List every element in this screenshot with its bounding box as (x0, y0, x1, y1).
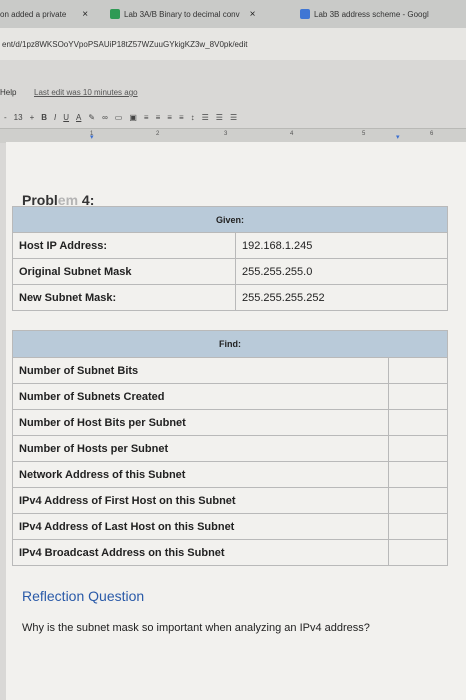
address-bar[interactable]: ent/d/1pz8WKSOoYVpoPSAUiP18tZ57WZuuGYkig… (0, 28, 466, 60)
table-row: Original Subnet Mask 255.255.255.0 (12, 258, 448, 285)
table-row: Number of Subnets Created (12, 383, 448, 410)
reflection-heading: Reflection Question (22, 588, 145, 604)
right-indent-marker-icon[interactable]: ▾ (396, 133, 400, 141)
find-answer-cell[interactable] (388, 435, 448, 462)
table-row: IPv4 Address of First Host on this Subne… (12, 487, 448, 514)
find-label[interactable]: Number of Host Bits per Subnet (12, 409, 389, 436)
font-size-increase-button[interactable]: + (30, 113, 35, 122)
find-answer-cell[interactable] (388, 539, 448, 566)
checklist-icon[interactable]: ☰ (202, 113, 209, 122)
document-page[interactable]: Problem 4: Given: Host IP Address: 192.1… (6, 142, 466, 700)
table-row: Network Address of this Subnet (12, 461, 448, 488)
given-label-new-mask[interactable]: New Subnet Mask: (12, 284, 236, 311)
find-label[interactable]: IPv4 Address of Last Host on this Subnet (12, 513, 389, 540)
browser-tab-1[interactable]: on added a private × (0, 4, 88, 24)
ruler-mark: 4 (290, 131, 294, 137)
find-label[interactable]: Network Address of this Subnet (12, 461, 389, 488)
font-size-field[interactable]: 13 (14, 113, 23, 122)
find-label[interactable]: Number of Hosts per Subnet (12, 435, 389, 462)
table-row: New Subnet Mask: 255.255.255.252 (12, 284, 448, 311)
browser-tab-bar: on added a private × Lab 3A/B Binary to … (0, 0, 466, 28)
text-color-button[interactable]: A (76, 113, 81, 122)
ruler[interactable]: ▾ 1 2 3 4 5 ▾ 6 (0, 128, 466, 143)
tab-label: Lab 3B address scheme - Googl (314, 9, 429, 19)
sheets-icon (110, 9, 120, 19)
tab-label: Lab 3A/B Binary to decimal conv (124, 9, 240, 19)
find-answer-cell[interactable] (388, 383, 448, 410)
find-table: Find: Number of Subnet Bits Number of Su… (12, 330, 448, 566)
given-label-host-ip[interactable]: Host IP Address: (12, 232, 236, 259)
ruler-mark: 1 (90, 131, 94, 137)
given-value-original-mask[interactable]: 255.255.255.0 (235, 258, 448, 285)
underline-button[interactable]: U (63, 113, 69, 122)
find-label[interactable]: Number of Subnets Created (12, 383, 389, 410)
given-header: Given: (12, 206, 448, 233)
table-row: Number of Subnet Bits (12, 357, 448, 384)
find-answer-cell[interactable] (388, 487, 448, 514)
line-spacing-icon[interactable]: ↕ (191, 113, 195, 122)
ruler-mark: 6 (430, 131, 434, 137)
table-row: Number of Hosts per Subnet (12, 435, 448, 462)
last-edit-link[interactable]: Last edit was 10 minutes ago (34, 88, 138, 97)
bulleted-list-icon[interactable]: ☰ (216, 113, 223, 122)
docs-menubar: Help Last edit was 10 minutes ago (0, 84, 466, 102)
find-label[interactable]: IPv4 Address of First Host on this Subne… (12, 487, 389, 514)
find-header: Find: (12, 330, 448, 358)
comment-icon[interactable]: ▭ (115, 113, 123, 122)
browser-tab-3[interactable]: Lab 3B address scheme - Googl (300, 4, 429, 24)
table-row: Number of Host Bits per Subnet (12, 409, 448, 436)
align-right-icon[interactable]: ≡ (167, 113, 172, 122)
align-justify-icon[interactable]: ≡ (179, 113, 184, 122)
bold-button[interactable]: B (41, 113, 47, 122)
close-icon[interactable]: × (250, 9, 256, 20)
reflection-question: Why is the subnet mask so important when… (22, 622, 370, 634)
find-answer-cell[interactable] (388, 513, 448, 540)
given-label-original-mask[interactable]: Original Subnet Mask (12, 258, 236, 285)
tab-label: on added a private (0, 9, 67, 19)
highlight-icon[interactable]: ✎ (88, 113, 95, 122)
given-value-new-mask[interactable]: 255.255.255.252 (235, 284, 448, 311)
ruler-mark: 3 (224, 131, 228, 137)
docs-icon (300, 9, 310, 19)
table-row: IPv4 Address of Last Host on this Subnet (12, 513, 448, 540)
close-icon[interactable]: × (82, 9, 88, 20)
find-answer-cell[interactable] (388, 461, 448, 488)
table-row: Host IP Address: 192.168.1.245 (12, 232, 448, 259)
table-row: IPv4 Broadcast Address on this Subnet (12, 539, 448, 566)
url-text: ent/d/1pz8WKSOoYVpoPSAUiP18tZ57WZuuGYkig… (2, 39, 248, 49)
font-size-decrease-button[interactable]: - (4, 113, 7, 122)
italic-button[interactable]: I (54, 113, 56, 122)
find-answer-cell[interactable] (388, 409, 448, 436)
given-value-host-ip[interactable]: 192.168.1.245 (235, 232, 448, 259)
ruler-mark: 2 (156, 131, 160, 137)
align-center-icon[interactable]: ≡ (156, 113, 161, 122)
find-label[interactable]: IPv4 Broadcast Address on this Subnet (12, 539, 389, 566)
find-label[interactable]: Number of Subnet Bits (12, 357, 389, 384)
menu-help[interactable]: Help (0, 88, 16, 97)
align-left-icon[interactable]: ≡ (144, 113, 149, 122)
find-answer-cell[interactable] (388, 357, 448, 384)
image-icon[interactable]: ▣ (129, 113, 137, 122)
link-icon[interactable]: ∞ (102, 113, 108, 122)
formatting-toolbar: - 13 + B I U A ✎ ∞ ▭ ▣ ≡ ≡ ≡ ≡ ↕ ☰ ☰ ☰ (0, 106, 466, 128)
numbered-list-icon[interactable]: ☰ (230, 113, 237, 122)
given-table: Given: Host IP Address: 192.168.1.245 Or… (12, 206, 448, 311)
browser-tab-2[interactable]: Lab 3A/B Binary to decimal conv × (110, 4, 255, 24)
ruler-mark: 5 (362, 131, 366, 137)
